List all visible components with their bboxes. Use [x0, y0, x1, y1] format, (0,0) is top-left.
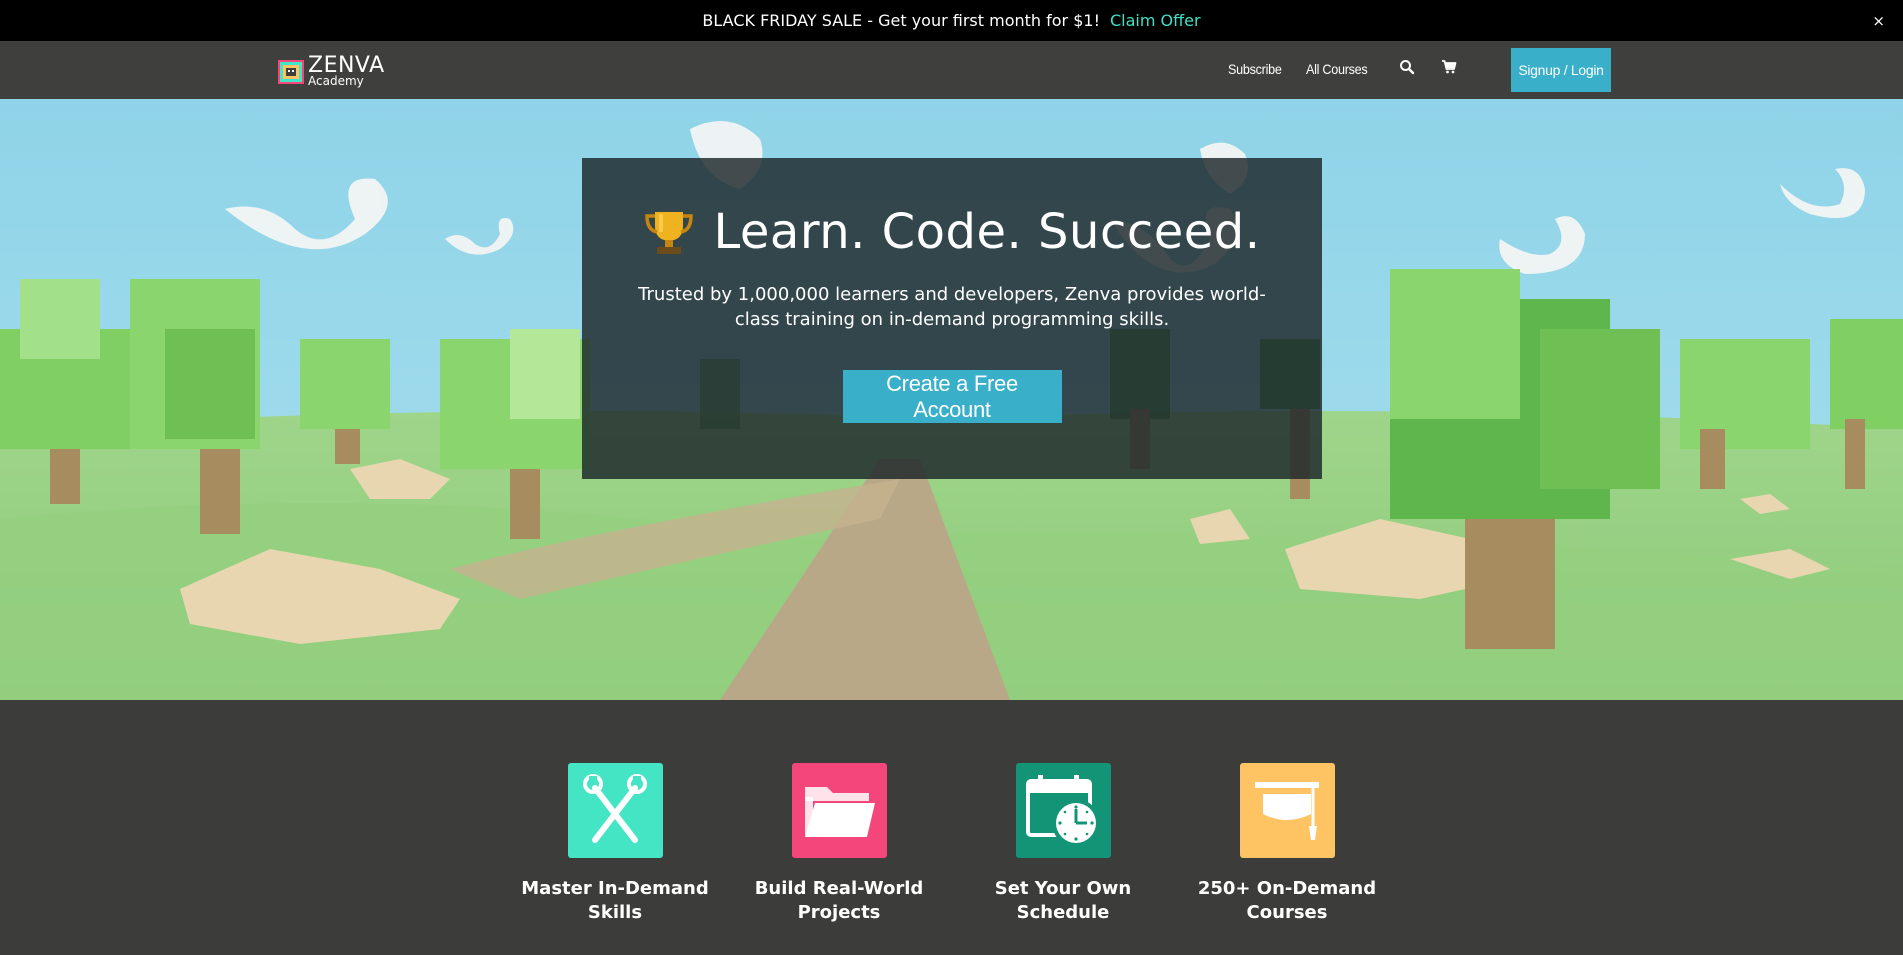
- hero-card: Learn. Code. Succeed. Trusted by 1,000,0…: [582, 158, 1322, 479]
- hero-section: Learn. Code. Succeed. Trusted by 1,000,0…: [0, 99, 1903, 700]
- promo-text: BLACK FRIDAY SALE - Get your first month…: [702, 11, 1100, 30]
- nav-link-all-courses[interactable]: All Courses: [1306, 61, 1368, 77]
- cart-icon[interactable]: [1441, 59, 1459, 77]
- features-section: Master In-Demand Skills Build Real-World…: [0, 700, 1903, 955]
- calendar-clock-icon: [1015, 763, 1111, 858]
- nav-link-subscribe[interactable]: Subscribe: [1228, 61, 1282, 77]
- zenva-logo[interactable]: ZENVA Academy: [278, 55, 385, 87]
- feature-label: 250+ On-Demand Courses: [1197, 878, 1377, 923]
- wrench-icon: [567, 763, 663, 858]
- graduation-cap-icon: [1239, 763, 1335, 858]
- close-icon[interactable]: ×: [1872, 12, 1885, 30]
- search-icon[interactable]: [1399, 59, 1417, 77]
- signup-login-button[interactable]: Signup / Login: [1511, 48, 1611, 92]
- trophy-icon: [645, 212, 694, 254]
- feature-own-schedule: Set Your Own Schedule: [963, 763, 1163, 925]
- feature-build-projects: Build Real-World Projects: [739, 763, 939, 925]
- folder-icon: [791, 763, 887, 858]
- create-free-account-button[interactable]: Create a Free Account: [842, 370, 1062, 423]
- feature-label: Master In-Demand Skills: [521, 878, 709, 923]
- feature-label: Set Your Own Schedule: [994, 878, 1132, 923]
- top-nav: ZENVA Academy Subscribe All Courses Sign…: [0, 41, 1903, 99]
- logo-mark-icon: [278, 57, 304, 85]
- claim-offer-link[interactable]: Claim Offer: [1110, 11, 1201, 30]
- hero-title-row: Learn. Code. Succeed.: [582, 204, 1322, 260]
- hero-subtitle: Trusted by 1,000,000 learners and develo…: [638, 284, 1266, 330]
- feature-label: Build Real-World Projects: [754, 878, 924, 923]
- hero-title: Learn. Code. Succeed.: [713, 204, 1261, 260]
- feature-master-skills: Master In-Demand Skills: [515, 763, 715, 925]
- promo-bar: BLACK FRIDAY SALE - Get your first month…: [0, 0, 1903, 41]
- feature-on-demand-courses: 250+ On-Demand Courses: [1187, 763, 1387, 925]
